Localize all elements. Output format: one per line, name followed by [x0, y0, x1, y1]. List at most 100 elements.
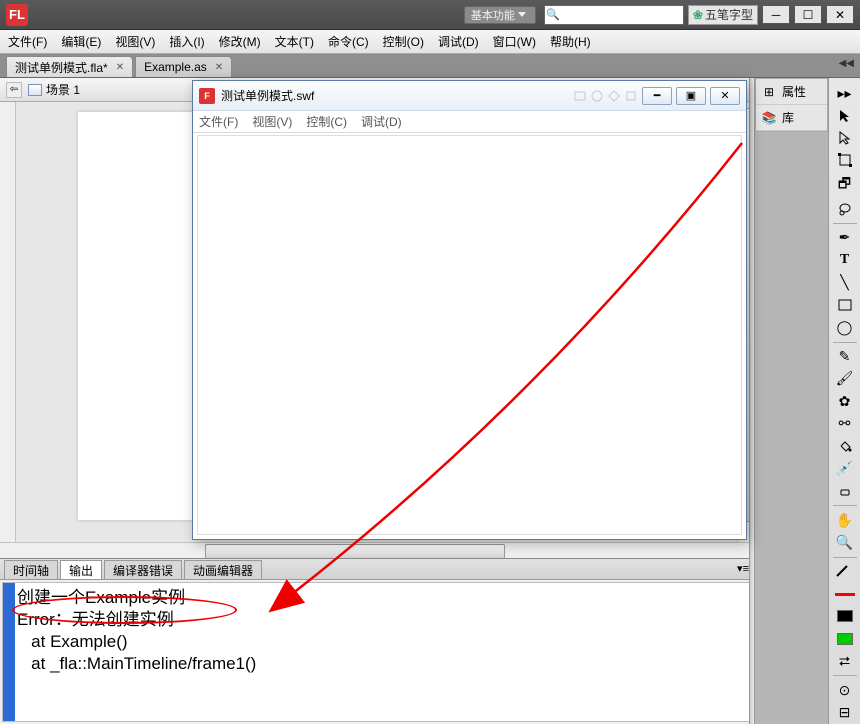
panel-properties-label: 属性	[782, 83, 806, 100]
panel-options-icon[interactable]: ▾≡	[737, 562, 749, 575]
swf-menubar: 文件(F) 视图(V) 控制(C) 调试(D)	[193, 111, 746, 133]
bottom-tabs: 时间轴 输出 编译器错误 动画编辑器 ▾≡	[0, 559, 755, 580]
search-icon: 🔍	[545, 8, 561, 21]
swf-sys-icon	[607, 89, 621, 103]
menu-control[interactable]: 控制(O)	[383, 33, 424, 50]
hand-tool[interactable]: ✋	[832, 510, 858, 530]
menu-commands[interactable]: 命令(C)	[328, 33, 369, 50]
search-input[interactable]: 🔍	[544, 5, 684, 25]
minimize-button[interactable]: ─	[762, 5, 790, 24]
tools-panel: ▸▸ 🗗 ✒ T ╲ ◯ ✎ 🖌 ✿ ⚯ 💉 ✋ 🔍 ⮂ ⊙ ⊟	[828, 78, 860, 724]
deco-tool[interactable]: ✿	[832, 391, 858, 411]
text-tool[interactable]: T	[832, 250, 858, 270]
properties-icon: ⊞	[760, 84, 778, 100]
scene-back-icon[interactable]: ⇦	[6, 82, 22, 98]
swf-menu-debug[interactable]: 调试(D)	[361, 113, 402, 130]
eraser-tool[interactable]	[832, 481, 858, 501]
fill-color-green[interactable]	[832, 629, 858, 649]
pen-tool[interactable]: ✒	[832, 228, 858, 248]
app-titlebar: FL 基本功能 🔍 ❀ 五笔字型 ─ ☐ ✕	[0, 0, 860, 30]
menu-debug[interactable]: 调试(D)	[438, 33, 479, 50]
swf-sys-icon	[590, 89, 604, 103]
gradient-transform-tool[interactable]: 🗗	[832, 173, 858, 197]
snap-icon[interactable]: ⊙	[832, 680, 858, 700]
brush-tool[interactable]: 🖌	[832, 369, 858, 389]
collapse-panel-icon[interactable]: ▸▸	[832, 83, 858, 103]
subselection-tool[interactable]	[832, 128, 858, 148]
menu-help[interactable]: 帮助(H)	[550, 33, 591, 50]
scroll-thumb[interactable]	[205, 544, 505, 559]
swf-sys-icon	[573, 89, 587, 103]
free-transform-tool[interactable]	[832, 150, 858, 170]
workspace-switcher[interactable]: 基本功能	[464, 6, 536, 24]
fill-color-black[interactable]	[832, 606, 858, 626]
ime-icon: ❀	[693, 8, 703, 22]
swf-close-button[interactable]: ✕	[710, 87, 740, 105]
close-tab-icon[interactable]: ✕	[116, 62, 124, 73]
swf-minimize-button[interactable]: ━	[642, 87, 672, 105]
doc-tab-fla-label: 测试单例模式.fla*	[15, 59, 108, 76]
swf-sys-icon	[624, 89, 638, 103]
tabs-collapse-icon[interactable]: ◀◀	[839, 58, 854, 69]
panel-library-label: 库	[782, 109, 794, 126]
swf-menu-control[interactable]: 控制(C)	[306, 113, 347, 130]
tab-output[interactable]: 输出	[60, 560, 102, 579]
menu-edit[interactable]: 编辑(E)	[61, 33, 101, 50]
doc-tab-as[interactable]: Example.as ✕	[135, 56, 232, 77]
app-menubar: 文件(F) 编辑(E) 视图(V) 插入(I) 修改(M) 文本(T) 命令(C…	[0, 30, 860, 54]
menu-insert[interactable]: 插入(I)	[169, 33, 204, 50]
swf-titlebar[interactable]: F 测试单例模式.swf ━ ▣ ✕	[193, 81, 746, 111]
swf-player-window[interactable]: F 测试单例模式.swf ━ ▣ ✕ 文件(F) 视图(V) 控制(C) 调试(…	[192, 80, 747, 540]
options-icon[interactable]: ⊟	[832, 703, 858, 723]
right-panel-strip: ⊞ 属性 📚 库	[755, 78, 828, 132]
menu-file[interactable]: 文件(F)	[8, 33, 47, 50]
swf-stage	[197, 135, 742, 535]
maximize-button[interactable]: ☐	[794, 5, 822, 24]
stroke-color-swatch[interactable]	[832, 561, 858, 581]
library-icon: 📚	[760, 110, 778, 126]
bottom-panel: 时间轴 输出 编译器错误 动画编辑器 ▾≡ 创建一个Example实例 Erro…	[0, 558, 755, 724]
close-button[interactable]: ✕	[826, 5, 854, 24]
document-tabs: 测试单例模式.fla* ✕ Example.as ✕ ◀◀	[0, 54, 860, 78]
line-color-swatch[interactable]	[832, 584, 858, 604]
output-panel[interactable]: 创建一个Example实例 Error：无法创建实例 at Example() …	[2, 582, 753, 722]
swf-title: 测试单例模式.swf	[221, 87, 314, 104]
doc-tab-as-label: Example.as	[144, 60, 207, 74]
lasso-tool[interactable]	[832, 199, 858, 219]
ime-indicator[interactable]: ❀ 五笔字型	[688, 5, 758, 25]
scene-icon	[28, 84, 42, 96]
tab-compiler-errors[interactable]: 编译器错误	[104, 560, 182, 579]
pencil-tool[interactable]: ✎	[832, 346, 858, 366]
swf-maximize-button[interactable]: ▣	[676, 87, 706, 105]
swf-menu-file[interactable]: 文件(F)	[199, 113, 238, 130]
oval-tool[interactable]: ◯	[832, 317, 858, 337]
panel-library[interactable]: 📚 库	[756, 105, 827, 131]
menu-view[interactable]: 视图(V)	[115, 33, 155, 50]
line-tool[interactable]: ╲	[832, 272, 858, 292]
tab-timeline[interactable]: 时间轴	[4, 560, 58, 579]
bone-tool[interactable]: ⚯	[832, 414, 858, 434]
chevron-down-icon	[518, 12, 526, 18]
swf-menu-view[interactable]: 视图(V)	[252, 113, 292, 130]
menu-text[interactable]: 文本(T)	[275, 33, 314, 50]
eyedropper-tool[interactable]: 💉	[832, 458, 858, 478]
paint-bucket-tool[interactable]	[832, 436, 858, 456]
ime-label: 五笔字型	[705, 6, 753, 23]
flash-logo-icon: FL	[6, 4, 28, 26]
output-selection-gutter	[3, 583, 15, 721]
panel-properties[interactable]: ⊞ 属性	[756, 79, 827, 105]
swap-colors-icon[interactable]: ⮂	[832, 651, 858, 671]
output-text: 创建一个Example实例 Error：无法创建实例 at Example() …	[15, 583, 258, 721]
scene-label: 场景 1	[46, 81, 80, 98]
close-tab-icon[interactable]: ✕	[215, 62, 223, 73]
menu-modify[interactable]: 修改(M)	[219, 33, 261, 50]
workspace-label: 基本功能	[471, 7, 515, 23]
selection-tool[interactable]	[832, 105, 858, 125]
menu-window[interactable]: 窗口(W)	[493, 33, 536, 50]
vertical-ruler	[0, 102, 16, 542]
tab-motion-editor[interactable]: 动画编辑器	[184, 560, 262, 579]
panel-splitter[interactable]	[749, 78, 755, 724]
rectangle-tool[interactable]	[832, 295, 858, 315]
zoom-tool[interactable]: 🔍	[832, 532, 858, 552]
doc-tab-fla[interactable]: 测试单例模式.fla* ✕	[6, 56, 133, 77]
